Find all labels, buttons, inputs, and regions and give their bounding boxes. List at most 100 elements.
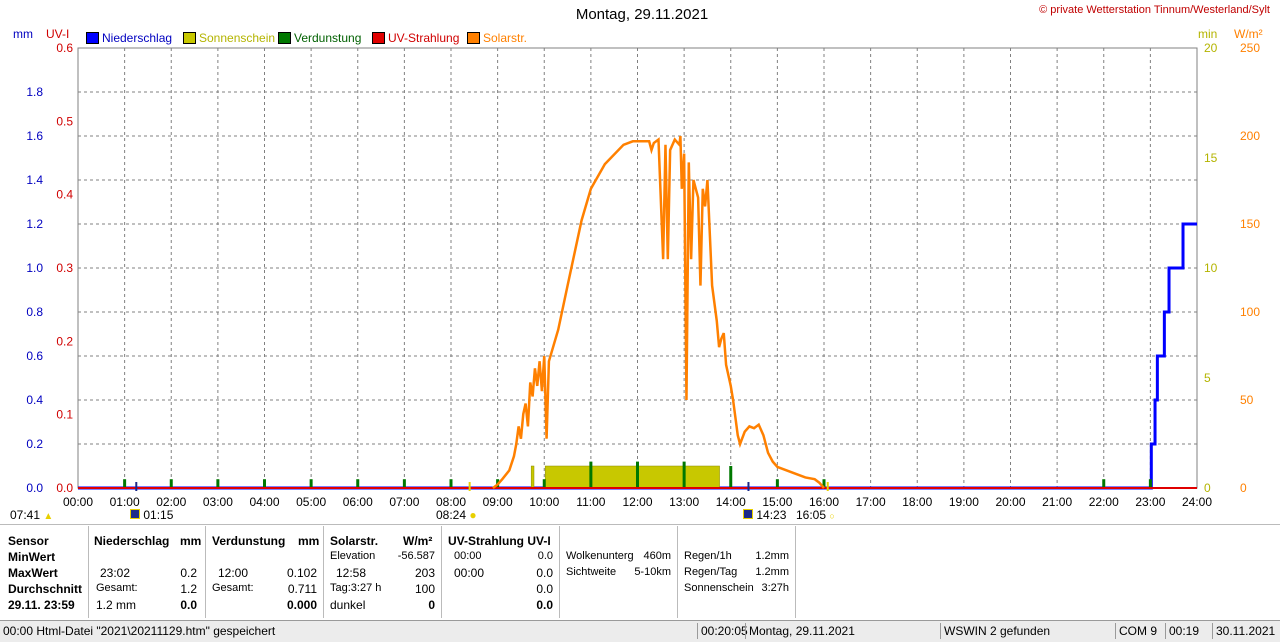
summary-rain: Regen/1h 1.2mm Regen/Tag 1.2mm Sonnensch… [677,526,796,618]
uv-max-time: 00:00 [454,566,485,580]
y-tick-uv: 0.6 [56,41,73,55]
y-tick-uv: 0.5 [56,114,73,128]
x-tick-label: 05:00 [296,495,326,509]
y-tick-min: 20 [1204,41,1218,55]
solar-max-time: 12:58 [336,566,367,580]
rain-day-label: Regen/Tag [684,566,738,578]
y-tick-mm: 0.8 [26,305,43,319]
summary-niederschlag: Niederschlag mm 23:02 0.2 Gesamt: 1.2 1.… [88,526,206,618]
x-tick-label: 14:00 [716,495,746,509]
rain-1h-value: 1.2mm [755,550,789,562]
status-clock: 00:19 [1165,623,1205,639]
summary-verdunstung: Verdunstung mm 12:00 0.102 Gesamt: 0.711… [205,526,324,618]
sunrise-event-label: 08:24 [436,508,467,522]
solar-elevation-label: Elevation [330,550,376,562]
y-tick-mm: 0.0 [26,481,43,495]
y-tick-min: 0 [1204,481,1211,495]
sensor-header: Sensor [8,534,49,548]
y-tick-mm: 0.4 [26,393,43,407]
y-tick-uv: 0.4 [56,188,73,202]
verdunstung-unit: mm [298,534,320,548]
y-tick-min: 10 [1204,261,1218,275]
row-label-min: MinWert [8,550,56,564]
moon-event-2: 14:23 [743,508,786,522]
y-tick-uv: 0.3 [56,261,73,275]
moon-icon [130,509,140,519]
x-tick-label: 22:00 [1089,495,1119,509]
y-tick-mm: 1.2 [26,217,43,231]
y-tick-mm: 1.4 [26,173,43,187]
uv-min-value: 0.0 [537,550,553,562]
x-tick-label: 20:00 [995,495,1025,509]
uv-header: UV-Strahlung UV-I [448,534,551,548]
cloud-base-value: 460m [643,550,671,562]
niederschlag-current-value: 0.0 [180,598,197,612]
status-com-port: COM 9 [1115,623,1157,639]
x-tick-label: 00:00 [63,495,93,509]
moon-event-1-label: 01:15 [143,508,174,522]
x-tick-label: 06:00 [343,495,373,509]
x-tick-label: 16:00 [809,495,839,509]
x-tick-label: 10:00 [529,495,559,509]
y-tick-min: 5 [1204,371,1211,385]
verdunstung-max-value: 0.102 [286,566,317,580]
verdunstung-total-value: 0.711 [287,582,317,596]
niederschlag-max-value: 0.2 [180,566,197,580]
row-label-avg: Durchschnitt [8,582,83,596]
y-tick-mm: 1.8 [26,85,43,99]
bar-sonnenschein [544,465,720,489]
niederschlag-total-label: Gesamt: [96,582,138,594]
uv-min-time: 00:00 [454,550,482,562]
sun-event-morning: 07:41 ▲ [10,508,53,522]
y-tick-mm: 0.2 [26,437,43,451]
solar-current-value: 0 [428,598,435,612]
row-label-current: 29.11. 23:59 [8,598,75,612]
y-tick-min: 15 [1204,151,1218,165]
uv-avg-value: 0.0 [536,582,553,596]
summary-uv: UV-Strahlung UV-I 00:00 0.0 00:00 0.0 0.… [441,526,560,618]
x-tick-label: 15:00 [762,495,792,509]
niederschlag-unit: mm [180,534,202,548]
sunshine-label: Sonnenschein [684,582,754,594]
x-tick-label: 11:00 [576,495,605,509]
solar-day-value: 100 [414,582,435,596]
moon-event-1: 01:15 [130,508,173,522]
cloud-base-label: Wolkenunterg [566,550,634,562]
solar-day-label: Tag:3:27 h [330,582,382,594]
sun-event-morning-label: 07:41 [10,508,41,522]
x-tick-label: 18:00 [902,495,932,509]
y-tick-uv: 0.1 [56,408,73,422]
verdunstung-current-value: 0.000 [286,598,317,612]
x-tick-label: 13:00 [669,495,699,509]
x-tick-label: 21:00 [1042,495,1072,509]
bar-sonnenschein [530,465,535,489]
rain-day-value: 1.2mm [755,566,789,578]
y-tick-wm2: 150 [1240,217,1260,231]
x-tick-label: 17:00 [856,495,886,509]
x-tick-label: 12:00 [622,495,652,509]
visibility-label: Sichtweite [566,566,617,578]
solar-elevation-value: -56.587 [397,550,435,562]
y-tick-wm2: 200 [1240,129,1260,143]
solar-unit: W/m² [403,534,433,548]
sunset-event: 16:05 ○ [796,508,835,522]
y-tick-mm: 1.6 [26,129,43,143]
uv-current-value: 0.0 [536,598,553,612]
solar-max-value: 203 [414,566,435,580]
solar-dark-label: dunkel [330,598,366,612]
status-time: 00:20:05 [697,623,748,639]
x-tick-label: 03:00 [203,495,233,509]
niederschlag-max-time: 23:02 [100,566,131,580]
status-bar: 00:00 Html-Datei "2021\20211129.htm" ges… [0,620,1280,642]
x-tick-label: 02:00 [156,495,186,509]
solar-header: Solarstr. [330,534,379,548]
row-label-max: MaxWert [8,566,58,580]
verdunstung-max-time: 12:00 [218,566,249,580]
summary-solar: Solarstr. W/m² Elevation -56.587 12:58 2… [323,526,442,618]
x-tick-label: 19:00 [949,495,979,509]
moon-event-2-label: 14:23 [756,508,787,522]
sunset-icon: ○ [829,511,835,521]
sun-low-icon: ▲ [43,511,54,522]
uv-max-value: 0.0 [536,566,553,580]
x-tick-label: 09:00 [483,495,513,509]
